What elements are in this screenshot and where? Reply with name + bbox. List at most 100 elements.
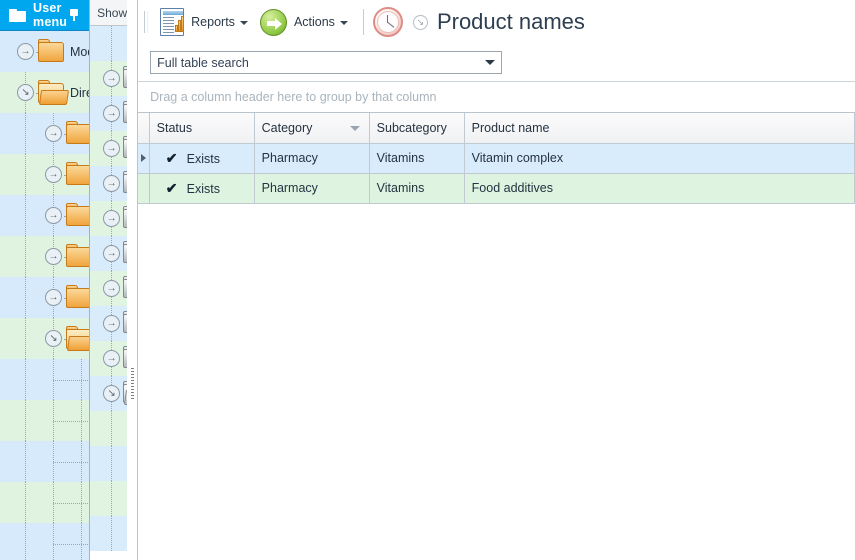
data-grid-header-row: Status Category Subcategory Product name <box>138 113 855 144</box>
tree-guide-line <box>53 502 90 504</box>
column-header-product-name[interactable]: Product name <box>464 113 855 144</box>
tree-guide-line <box>25 482 26 523</box>
cell-status: ✔ Exists <box>149 143 255 174</box>
tree-guide-line <box>53 461 90 463</box>
full-table-search-box[interactable]: Full table search <box>150 51 503 74</box>
column-header-category[interactable]: Category <box>254 113 370 144</box>
row-indicator-cell <box>138 143 150 174</box>
sidebar-item-directories[interactable]: ↘ Directories <box>0 72 90 113</box>
tree-guide-line <box>81 523 82 560</box>
expand-node-icon[interactable]: → <box>17 43 34 60</box>
group-by-panel[interactable]: Drag a column header here to group by th… <box>138 82 855 112</box>
tree-guide-line <box>111 516 113 551</box>
green-arrow-icon <box>259 8 287 36</box>
sidebar-item-product[interactable]: ↘Product <box>0 318 90 359</box>
sidebar-item-mailing[interactable]: →Mailing <box>0 154 90 195</box>
caret-down-icon[interactable] <box>339 21 348 25</box>
category-item-jewelry[interactable]: →Jewelry <box>90 271 128 306</box>
sidebar-item-map[interactable]: →Map <box>0 195 90 236</box>
expand-node-icon[interactable]: → <box>103 140 121 157</box>
splitter-grip-icon[interactable] <box>131 368 135 400</box>
expand-node-icon[interactable]: → <box>103 210 121 227</box>
clock-icon[interactable] <box>372 7 403 37</box>
search-input[interactable]: Full table search <box>157 56 479 70</box>
column-header-subcategory[interactable]: Subcategory <box>369 113 465 144</box>
folder-icon <box>66 120 90 144</box>
expand-node-icon[interactable]: → <box>103 280 121 297</box>
folder-open-icon <box>38 79 64 103</box>
row-indicator-header <box>138 113 150 144</box>
page-title: Product names <box>436 9 585 34</box>
expand-node-icon[interactable]: → <box>103 315 121 332</box>
category-item-all-records[interactable]: All records <box>90 26 128 61</box>
expand-node-icon[interactable]: → <box>103 70 121 87</box>
folder-icon <box>66 284 90 308</box>
actions-button[interactable]: Actions <box>254 5 354 39</box>
show-panel-header: Show <box>90 0 128 26</box>
expand-node-icon[interactable]: → <box>103 175 121 192</box>
category-item-flowers[interactable]: →Flowers <box>90 166 128 201</box>
toolbar: Reports Actions ↘ Product names <box>138 0 855 44</box>
sidebar-item-organization[interactable]: →Organization <box>0 277 90 318</box>
collapse-node-icon[interactable]: ↘ <box>45 330 62 347</box>
folder-open-icon <box>66 325 90 349</box>
column-header-status[interactable]: Status <box>149 113 255 144</box>
data-grid: Status Category Subcategory Product name… <box>138 112 855 560</box>
toolbar-separator <box>362 9 364 35</box>
tree-guide-line <box>111 481 113 516</box>
sidebar-item-price-list[interactable]: ABPrice list <box>0 441 90 482</box>
sidebar-item-product-names[interactable]: ABProduct names <box>0 523 90 560</box>
caret-down-icon[interactable] <box>239 21 248 25</box>
reports-button[interactable]: Reports <box>154 5 254 39</box>
category-item-pills[interactable]: Pills <box>90 481 128 516</box>
expand-node-icon[interactable]: → <box>45 289 62 306</box>
cell-subcategory: Vitamins <box>369 173 465 204</box>
search-bar: Full table search <box>138 44 855 82</box>
category-item-medical-products[interactable]: Medical products <box>90 446 128 481</box>
sidebar-item-product-groups[interactable]: ABProduct groups <box>0 482 90 523</box>
table-row[interactable]: ✔ Exists Pharmacy Vitamins Vitamin complex <box>138 143 855 174</box>
panel-splitter[interactable] <box>127 0 137 560</box>
expand-node-icon[interactable]: → <box>45 125 62 142</box>
sidebar-item-modules[interactable]: → Modules <box>0 31 90 72</box>
category-item-components[interactable]: →Components <box>90 131 128 166</box>
category-item-food-products[interactable]: →Food products <box>90 201 128 236</box>
category-item-cloth[interactable]: →Cloth <box>90 96 128 131</box>
sidebar-item-images[interactable]: →Images <box>0 113 90 154</box>
category-tree: All records→Children's clothing→Cloth→Co… <box>90 26 128 560</box>
sort-descending-icon[interactable] <box>349 125 360 131</box>
sidebar-item-money[interactable]: →Money <box>0 236 90 277</box>
search-dropdown-button[interactable] <box>479 60 501 65</box>
category-item-children-s-clothing[interactable]: →Children's clothing <box>90 61 128 96</box>
expand-node-icon[interactable]: → <box>45 248 62 265</box>
sidebar-item-discount-causes[interactable]: ABDiscount causes <box>0 359 90 400</box>
row-indicator-cell <box>138 173 150 204</box>
category-item-men-s-clothing[interactable]: →Men's clothing <box>90 306 128 341</box>
expand-node-icon[interactable]: → <box>45 166 62 183</box>
category-item-liquid-products[interactable]: Liquid products <box>90 411 128 446</box>
toolbar-drag-handle[interactable] <box>144 11 149 33</box>
main-content: Reports Actions ↘ Product names Full tab… <box>137 0 855 560</box>
category-item-pharmacy[interactable]: ↘Pharmacy <box>90 376 128 411</box>
folder-icon <box>66 202 90 226</box>
pin-icon[interactable] <box>67 7 81 23</box>
cell-subcategory: Vitamins <box>369 143 465 174</box>
folder-icon <box>66 243 90 267</box>
expand-node-icon[interactable]: → <box>103 350 121 367</box>
chevron-down-circle-icon[interactable]: ↘ <box>412 14 428 30</box>
tree-guide-line <box>25 277 26 318</box>
category-item-household-goods[interactable]: →Household goods <box>90 236 128 271</box>
category-item-optics[interactable]: →Optics <box>90 341 128 376</box>
cell-category: Pharmacy <box>254 143 370 174</box>
collapse-node-icon[interactable]: ↘ <box>17 84 34 101</box>
expand-node-icon[interactable]: → <box>45 207 62 224</box>
tree-guide-line <box>111 411 113 446</box>
expand-node-icon[interactable]: → <box>103 245 121 262</box>
tree-guide-line <box>111 446 113 481</box>
table-row[interactable]: ✔ Exists Pharmacy Vitamins Food additives <box>138 173 855 204</box>
category-item-vitamins[interactable]: Vitamins <box>90 516 128 551</box>
expand-node-icon[interactable]: → <box>103 105 121 122</box>
tree-guide-line <box>53 543 90 545</box>
sidebar-item-discounts[interactable]: ABDiscounts <box>0 400 90 441</box>
collapse-node-icon[interactable]: ↘ <box>103 385 121 402</box>
